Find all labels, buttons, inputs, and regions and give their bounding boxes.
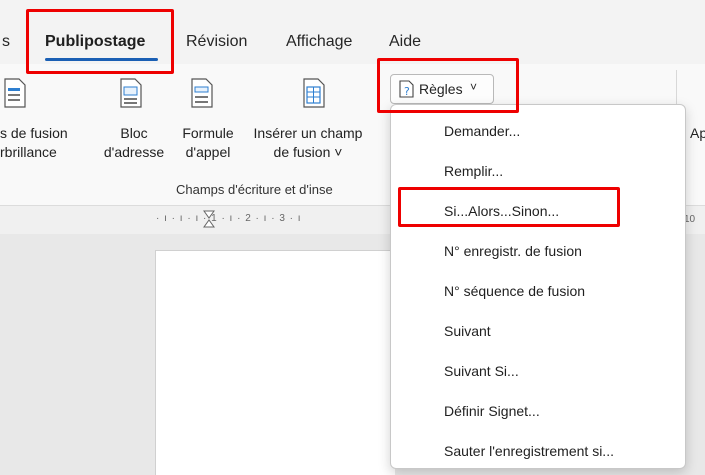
menu-item-label: N° séquence de fusion [444,283,586,299]
menu-item-numero-sequence[interactable]: N° séquence de fusion [391,273,685,311]
highlight-fields-icon [4,78,26,108]
menu-item-label: Suivant Si... [444,363,519,379]
greeting-line-icon [191,78,213,108]
menu-item-label: Remplir... [444,163,504,179]
button-label: d'adresse [103,144,165,160]
tab-partial[interactable]: s [2,33,10,51]
menu-item-label: Suivant [444,323,491,339]
insert-merge-field-icon [303,78,325,108]
insert-merge-field-button[interactable]: Insérer un champ de fusion ˅ [246,124,370,162]
tab-aide[interactable]: Aide [389,33,421,51]
menu-item-sauter-enregistrement[interactable]: Sauter l'enregistrement si... [391,433,685,471]
menu-item-label: Définir Signet... [444,403,540,419]
highlight-box-publipostage [26,9,174,74]
menu-item-numero-enregistrement[interactable]: N° enregistr. de fusion [391,233,685,271]
menu-item-suivant[interactable]: Suivant [391,313,685,351]
tab-revision[interactable]: Révision [186,33,247,51]
ruler-ticks: · ı · ı · ı · 1 · ı · 2 · ı · 3 · ı [156,213,302,224]
rules-dropdown-menu: Demander... Remplir... Si...Alors...Sino… [390,104,686,469]
menu-item-demander[interactable]: Demander... [391,113,685,151]
highlight-box-regles [377,58,519,113]
menu-item-suivant-si[interactable]: Suivant Si... [391,353,685,391]
tab-affichage[interactable]: Affichage [286,33,352,51]
menu-item-label: Sauter l'enregistrement si... [444,443,614,459]
menu-item-label: N° enregistr. de fusion [444,243,582,259]
address-block-button[interactable]: Bloc d'adresse [98,124,170,162]
menu-item-remplir[interactable]: Remplir... [391,153,685,191]
button-label: de fusion ˅ [273,144,343,160]
address-block-icon [120,78,142,108]
button-label: s de fusion [0,125,68,141]
highlight-box-si-alors-sinon [398,187,620,227]
highlight-merge-fields-button[interactable]: s de fusion rbrillance [0,124,92,162]
button-label: Bloc [120,125,148,141]
menu-item-label: Demander... [444,123,521,139]
button-label: rbrillance [0,144,57,160]
button-label: Formule [182,125,234,141]
partial-ribbon-label: Ap [690,125,705,141]
button-label: d'appel [185,144,231,160]
button-label: Insérer un champ [253,125,363,141]
menu-item-definir-signet[interactable]: Définir Signet... [391,393,685,431]
document-page[interactable] [155,250,395,475]
greeting-line-button[interactable]: Formule d'appel [173,124,243,162]
ribbon-group-label: Champs d'écriture et d'inse [176,182,333,197]
